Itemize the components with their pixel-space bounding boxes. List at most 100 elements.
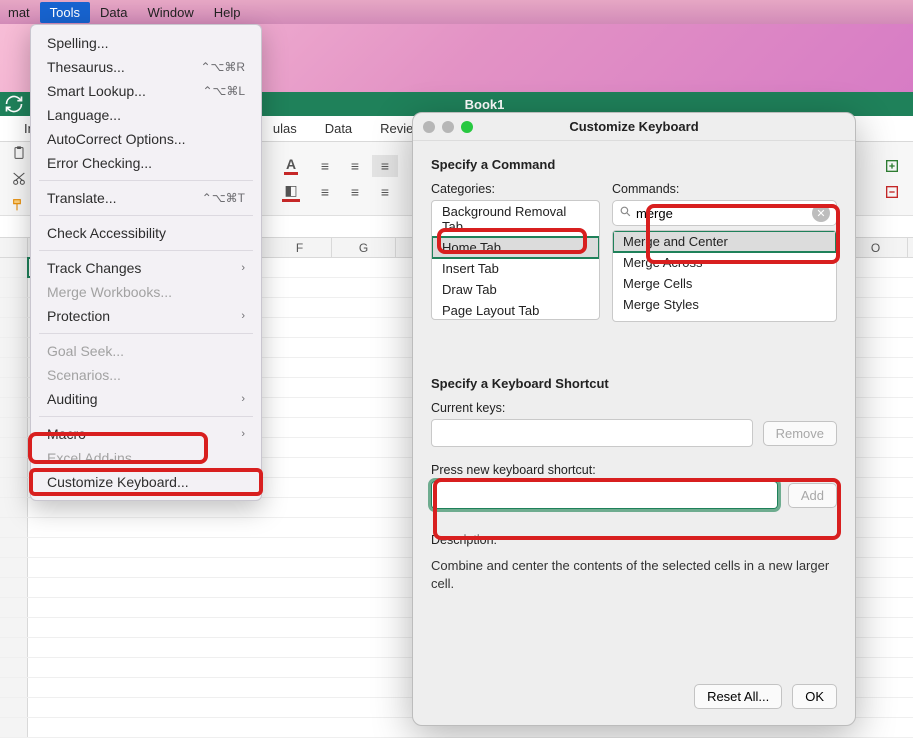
menu-separator [39, 180, 253, 181]
menu-item-label: Excel Add-ins... [47, 450, 144, 466]
list-item[interactable]: Draw Tab [432, 279, 599, 300]
menu-item-help[interactable]: Help [204, 2, 251, 23]
list-item[interactable]: Background Removal Tab [432, 201, 599, 237]
list-item[interactable]: Merge and Center [613, 231, 836, 252]
specify-command-heading: Specify a Command [431, 157, 837, 172]
search-icon [619, 205, 632, 221]
menu-item[interactable]: AutoCorrect Options... [31, 127, 261, 151]
dialog-title: Customize Keyboard [569, 119, 698, 134]
menu-item[interactable]: Smart Lookup... ⌃⌥⌘L [31, 79, 261, 103]
col-header[interactable]: G [332, 238, 396, 257]
insert-cells-icon[interactable] [879, 155, 905, 177]
menu-item-format[interactable]: mat [4, 2, 40, 23]
list-item[interactable]: Page Layout Tab [432, 300, 599, 320]
list-item[interactable]: Insert Tab [432, 258, 599, 279]
menu-item-label: Protection [47, 308, 110, 324]
new-shortcut-input[interactable] [431, 481, 778, 509]
chevron-right-icon: › [241, 428, 245, 440]
categories-label: Categories: [431, 182, 600, 196]
menu-item[interactable]: Thesaurus...⌃⌥⌘R [31, 55, 261, 79]
menu-separator [39, 333, 253, 334]
description-label: Description: [431, 533, 837, 547]
menu-accelerator: ⌃⌥⌘R [200, 60, 245, 74]
current-keys-field[interactable] [431, 419, 753, 447]
fill-color-icon[interactable]: ◧ [278, 181, 304, 203]
align-middle-icon[interactable]: ≡ [342, 155, 368, 177]
menu-item-label: Scenarios... [47, 367, 121, 383]
menu-item-label: Smart Lookup... [47, 83, 146, 99]
align-top-icon[interactable]: ≡ [312, 155, 338, 177]
commands-listbox[interactable]: Merge and CenterMerge AcrossMerge CellsM… [612, 230, 837, 322]
cut-icon[interactable] [6, 168, 32, 190]
menu-item-label: Error Checking... [47, 155, 152, 171]
menu-item-label: Macro [47, 426, 86, 442]
chevron-right-icon: › [241, 262, 245, 274]
menu-item-data[interactable]: Data [90, 2, 137, 23]
menu-item: Goal Seek... [31, 339, 261, 363]
commands-label: Commands: [612, 182, 837, 196]
close-icon[interactable] [423, 121, 435, 133]
align-right-icon[interactable]: ≡ [372, 181, 398, 203]
menu-item-tools[interactable]: Tools [40, 2, 90, 23]
menu-item-label: Customize Keyboard... [47, 474, 189, 490]
align-left-icon[interactable]: ≡ [312, 181, 338, 203]
font-color-icon[interactable]: A [278, 155, 304, 177]
add-button[interactable]: Add [788, 483, 837, 508]
menu-separator [39, 250, 253, 251]
menu-separator [39, 416, 253, 417]
menu-separator [39, 215, 253, 216]
commands-search-input[interactable] [636, 206, 812, 221]
tools-menu: Spelling...Thesaurus...⌃⌥⌘RSmart Lookup.… [30, 24, 262, 501]
list-item[interactable]: Merge Cells [613, 273, 836, 294]
menu-item: Excel Add-ins... [31, 446, 261, 470]
specify-shortcut-heading: Specify a Keyboard Shortcut [431, 376, 837, 391]
ok-button[interactable]: OK [792, 684, 837, 709]
menu-item: Scenarios... [31, 363, 261, 387]
menu-item[interactable]: Auditing› [31, 387, 261, 411]
list-item[interactable]: Home Tab [432, 237, 599, 258]
delete-cells-icon[interactable] [879, 181, 905, 203]
current-keys-label: Current keys: [431, 401, 837, 415]
col-header[interactable]: F [268, 238, 332, 257]
zoom-icon[interactable] [461, 121, 473, 133]
format-painter-icon[interactable] [6, 194, 32, 216]
paste-icon[interactable] [6, 142, 32, 164]
dialog-titlebar: Customize Keyboard [413, 113, 855, 141]
reset-all-button[interactable]: Reset All... [694, 684, 782, 709]
sync-icon[interactable] [4, 94, 24, 114]
align-center-icon[interactable]: ≡ [342, 181, 368, 203]
menu-accelerator: ⌃⌥⌘L [202, 84, 245, 98]
menu-item[interactable]: Macro › [31, 422, 261, 446]
select-all-corner[interactable] [0, 238, 28, 257]
row-header[interactable] [0, 258, 28, 277]
list-item[interactable]: Merge Styles [613, 294, 836, 315]
menu-item[interactable]: Translate... ⌃⌥⌘T [31, 186, 261, 210]
menu-item[interactable]: Customize Keyboard... [31, 470, 261, 494]
menu-item[interactable]: Error Checking... [31, 151, 261, 175]
menu-item-label: Track Changes [47, 260, 141, 276]
list-item[interactable]: Merge Across [613, 252, 836, 273]
menu-item-label: Check Accessibility [47, 225, 166, 241]
menu-item-label: Goal Seek... [47, 343, 124, 359]
align-bottom-icon[interactable]: ≡ [372, 155, 398, 177]
menu-item-label: Spelling... [47, 35, 108, 51]
clear-search-icon[interactable]: ✕ [812, 204, 830, 222]
menu-item[interactable]: Track Changes › [31, 256, 261, 280]
menu-item[interactable]: Check Accessibility [31, 221, 261, 245]
ribbon-tab[interactable]: Data [311, 117, 366, 140]
press-new-label: Press new keyboard shortcut: [431, 463, 837, 477]
menu-accelerator: ⌃⌥⌘T [202, 191, 245, 205]
menu-item-window[interactable]: Window [138, 2, 204, 23]
menu-item[interactable]: Language... [31, 103, 261, 127]
menu-item[interactable]: Protection › [31, 304, 261, 328]
remove-button[interactable]: Remove [763, 421, 837, 446]
categories-listbox[interactable]: Background Removal TabHome TabInsert Tab… [431, 200, 600, 320]
menu-item[interactable]: Spelling... [31, 31, 261, 55]
menubar: mat Tools Data Window Help [0, 0, 913, 24]
description-text: Combine and center the contents of the s… [431, 557, 837, 592]
ribbon-tab[interactable]: ulas [259, 117, 311, 140]
minimize-icon[interactable] [442, 121, 454, 133]
commands-search[interactable]: ✕ [612, 200, 837, 226]
chevron-right-icon: › [241, 310, 245, 322]
menu-item-label: Translate... [47, 190, 117, 206]
